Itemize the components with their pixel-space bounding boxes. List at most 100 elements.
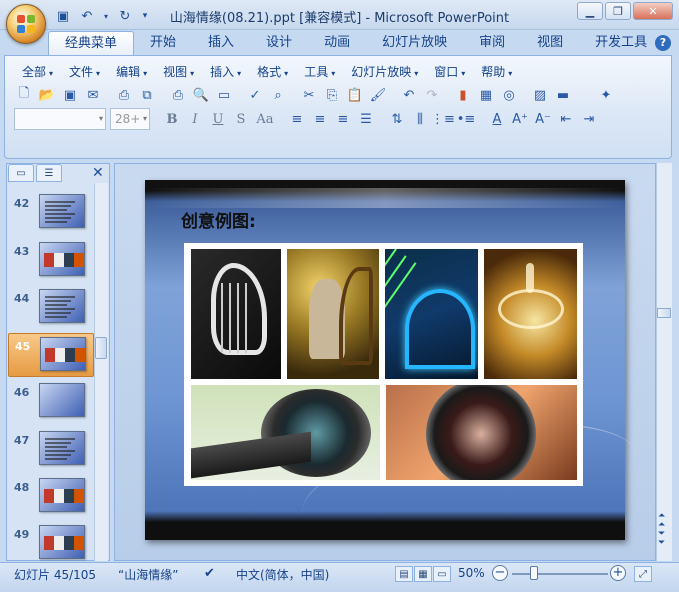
tab-review[interactable]: 审阅 bbox=[463, 31, 521, 55]
menu-edit[interactable]: 编辑 ▾ bbox=[108, 63, 155, 81]
spell-check-icon[interactable]: ✔ bbox=[204, 566, 215, 581]
menu-help[interactable]: 帮助 ▾ bbox=[473, 63, 520, 81]
minimize-button[interactable]: ▁ bbox=[577, 2, 603, 20]
table-icon[interactable]: ▦ bbox=[476, 85, 496, 105]
tab-outline[interactable]: ☰ bbox=[36, 164, 62, 182]
save-icon[interactable]: ▣ bbox=[60, 85, 80, 105]
close-button[interactable]: ✕ bbox=[633, 2, 673, 20]
zoom-in-icon[interactable]: + bbox=[610, 565, 626, 581]
menu-insert[interactable]: 插入 ▾ bbox=[202, 63, 249, 81]
font-name-combo[interactable]: ▾ bbox=[14, 108, 106, 130]
editor-scroll-thumb[interactable] bbox=[657, 308, 671, 318]
slide-thumbnail[interactable]: 44 bbox=[8, 286, 94, 330]
shadow-button[interactable]: S bbox=[231, 109, 251, 129]
camera-lens-front-image[interactable] bbox=[386, 385, 577, 480]
open-icon[interactable]: 📂 bbox=[37, 85, 57, 105]
slide-thumbnail[interactable]: 48 bbox=[8, 475, 94, 519]
text-direction-icon[interactable]: ⇅ bbox=[387, 109, 407, 129]
laser-harp-image[interactable] bbox=[385, 249, 478, 379]
slide-sorter-icon[interactable]: ▦ bbox=[414, 566, 432, 582]
chart-icon[interactable]: ▮ bbox=[453, 85, 473, 105]
slideshow-view-icon[interactable]: ▭ bbox=[433, 566, 451, 582]
slide-title[interactable]: 创意例图: bbox=[181, 207, 256, 232]
format-painter-icon[interactable]: 🖌 bbox=[368, 85, 388, 105]
menu-view[interactable]: 视图 ▾ bbox=[155, 63, 202, 81]
new-icon[interactable]: 🗋 bbox=[14, 85, 34, 105]
tab-classic-menu[interactable]: 经典菜单 bbox=[48, 31, 135, 55]
italic-button[interactable]: I bbox=[185, 109, 205, 129]
slides-panel-scroll-thumb[interactable] bbox=[95, 337, 107, 359]
tab-design[interactable]: 设计 bbox=[250, 31, 308, 55]
editor-scrollbar[interactable] bbox=[656, 163, 672, 561]
increase-indent-icon[interactable]: ⇥ bbox=[579, 109, 599, 129]
slide-thumbnail[interactable]: 46 bbox=[8, 380, 94, 424]
undo-icon[interactable]: ↶ bbox=[399, 85, 419, 105]
hyperlink-icon[interactable]: ◎ bbox=[499, 85, 519, 105]
tab-slides[interactable]: ▭ bbox=[8, 164, 34, 182]
menu-all[interactable]: 全部 ▾ bbox=[14, 63, 61, 81]
bold-button[interactable]: B bbox=[162, 109, 182, 129]
justify-icon[interactable]: ☰ bbox=[356, 109, 376, 129]
tab-home[interactable]: 开始 bbox=[134, 31, 192, 55]
white-harp-sculpture-image[interactable] bbox=[191, 249, 281, 379]
menu-slideshow[interactable]: 幻灯片放映 ▾ bbox=[343, 63, 426, 81]
bullets-icon[interactable]: •≡ bbox=[456, 109, 476, 129]
menu-file[interactable]: 文件 ▾ bbox=[61, 63, 108, 81]
align-left-icon[interactable]: ≡ bbox=[287, 109, 307, 129]
cut-icon[interactable]: ✂ bbox=[299, 85, 319, 105]
page-setup-icon[interactable]: ▭ bbox=[214, 85, 234, 105]
restore-button[interactable]: ❐ bbox=[605, 2, 631, 20]
columns-icon[interactable]: ⫼ bbox=[410, 109, 430, 129]
spelling-icon[interactable]: ✓ bbox=[245, 85, 265, 105]
align-center-icon[interactable]: ≡ bbox=[310, 109, 330, 129]
decrease-indent-icon[interactable]: ⇤ bbox=[556, 109, 576, 129]
font-color-icon[interactable]: A bbox=[487, 109, 507, 129]
help-icon[interactable]: ? bbox=[655, 35, 671, 51]
next-slide-icon[interactable]: ⏷ ⏷ bbox=[658, 530, 665, 548]
golden-water-splash-image[interactable] bbox=[484, 249, 577, 379]
permission-icon[interactable]: ✉ bbox=[83, 85, 103, 105]
align-right-icon[interactable]: ≡ bbox=[333, 109, 353, 129]
numbering-icon[interactable]: ⋮≡ bbox=[431, 109, 455, 129]
tab-slideshow[interactable]: 幻灯片放映 bbox=[366, 31, 463, 55]
tab-view[interactable]: 视图 bbox=[521, 31, 579, 55]
slides-panel-scrollbar[interactable] bbox=[94, 183, 108, 561]
research-icon[interactable]: ⌕ bbox=[268, 85, 288, 105]
fit-to-window-icon[interactable]: ⤢ bbox=[634, 566, 652, 582]
woman-playing-harp-image[interactable] bbox=[287, 249, 379, 379]
export-pdf-icon[interactable]: ⎙ bbox=[114, 85, 134, 105]
zoom-slider-thumb[interactable] bbox=[530, 566, 538, 580]
change-case-button[interactable]: Aa bbox=[254, 109, 276, 129]
picture-icon[interactable]: ▨ bbox=[530, 85, 550, 105]
slide-thumbnail[interactable]: 45 bbox=[8, 333, 94, 377]
attach-icon[interactable]: ⧉ bbox=[137, 85, 157, 105]
copy-icon[interactable]: ⎘ bbox=[322, 85, 342, 105]
camera-lens-side-image[interactable] bbox=[191, 385, 380, 480]
font-size-combo[interactable]: 28+ ▾ bbox=[110, 108, 150, 130]
office-button[interactable] bbox=[6, 4, 46, 44]
normal-view-icon[interactable]: ▤ bbox=[395, 566, 413, 582]
redo-icon[interactable]: ↷ bbox=[422, 85, 442, 105]
menu-window[interactable]: 窗口 ▾ bbox=[426, 63, 473, 81]
print-icon[interactable]: ⎙ bbox=[168, 85, 188, 105]
print-preview-icon[interactable]: 🔍 bbox=[191, 85, 211, 105]
underline-button[interactable]: U bbox=[208, 109, 228, 129]
menu-tools[interactable]: 工具 ▾ bbox=[296, 63, 343, 81]
shrink-font-icon[interactable]: A⁻ bbox=[533, 109, 553, 129]
slide-thumbnail[interactable]: 47 bbox=[8, 428, 94, 472]
color-icon[interactable]: ▬ bbox=[553, 85, 573, 105]
image-collage[interactable] bbox=[184, 243, 583, 486]
paste-icon[interactable]: 📋 bbox=[345, 85, 365, 105]
menu-format[interactable]: 格式 ▾ bbox=[249, 63, 296, 81]
prev-slide-icon[interactable]: ⏶ ⏶ bbox=[658, 512, 665, 530]
zoom-slider[interactable] bbox=[512, 573, 608, 575]
slide-thumbnail[interactable]: 43 bbox=[8, 239, 94, 283]
tab-developer[interactable]: 开发工具 bbox=[579, 31, 663, 55]
slide-thumbnail[interactable]: 49 bbox=[8, 522, 94, 566]
close-panel-icon[interactable]: ✕ bbox=[92, 165, 104, 181]
grow-font-icon[interactable]: A⁺ bbox=[510, 109, 530, 129]
tab-insert[interactable]: 插入 bbox=[192, 31, 250, 55]
new-slide-icon[interactable]: ✦ bbox=[596, 85, 616, 105]
zoom-out-icon[interactable]: − bbox=[492, 565, 508, 581]
tab-animation[interactable]: 动画 bbox=[308, 31, 366, 55]
